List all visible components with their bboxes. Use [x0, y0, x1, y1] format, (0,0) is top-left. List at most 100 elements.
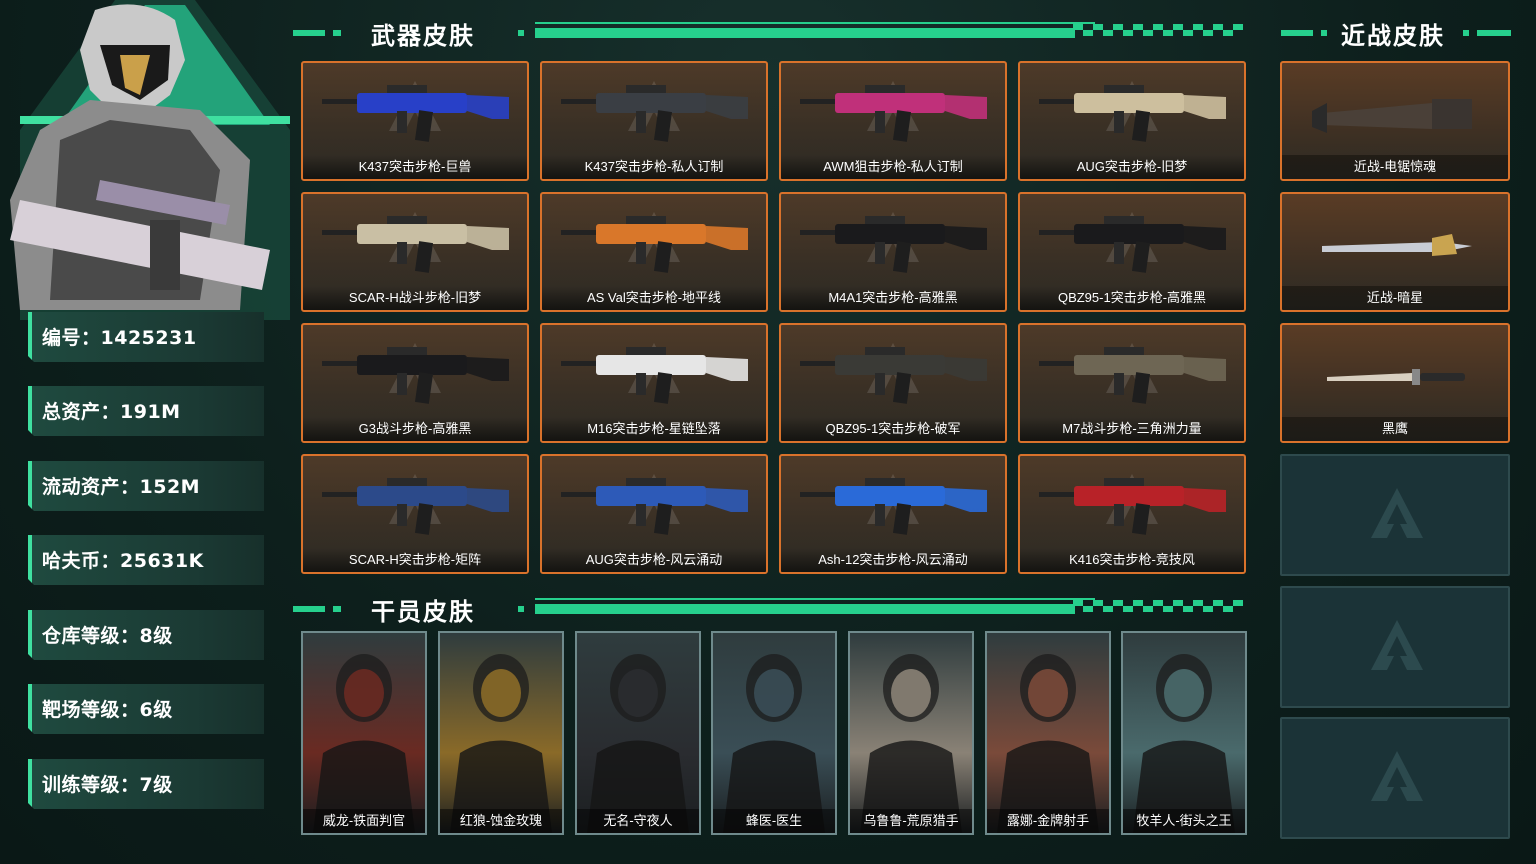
stat-player-id: 编号：1425231: [28, 312, 264, 362]
operator-skin-card[interactable]: 无名-守夜人: [575, 631, 701, 835]
stat-label: 流动资产：152M: [42, 476, 201, 498]
weapon-skin-name: AUG突击步枪-风云涌动: [542, 548, 766, 572]
weapon-skin-card[interactable]: SCAR-H突击步枪-矩阵: [301, 454, 529, 574]
operator-skin-card[interactable]: 牧羊人-街头之王: [1121, 631, 1247, 835]
weapon-skin-card[interactable]: M4A1突击步枪-高雅黑: [779, 192, 1007, 312]
checker-pattern: [1073, 600, 1243, 612]
operator-skin-card[interactable]: 蜂医-医生: [711, 631, 837, 835]
weapon-skin-name: AS Val突击步枪-地平线: [542, 286, 766, 310]
operator-skin-name: 威龙-铁面判官: [303, 809, 425, 833]
weapon-skin-name: Ash-12突击步枪-风云涌动: [781, 548, 1005, 572]
header-accent: [1281, 30, 1313, 36]
weapon-skin-name: QBZ95-1突击步枪-破军: [781, 417, 1005, 441]
empty-melee-slot[interactable]: [1280, 454, 1510, 576]
operators-section-header: 干员皮肤: [293, 590, 1248, 626]
stat-label: 编号：1425231: [42, 327, 197, 349]
melee-skin-name: 近战-电锯惊魂: [1282, 155, 1508, 179]
header-accent: [1321, 30, 1327, 36]
weapon-image: [561, 347, 748, 404]
weapon-skin-card[interactable]: M16突击步枪-星链坠落: [540, 323, 768, 443]
weapon-image: [561, 85, 748, 142]
weapon-image: [1039, 85, 1226, 142]
weapon-skin-name: M4A1突击步枪-高雅黑: [781, 286, 1005, 310]
weapon-image: [1039, 347, 1226, 404]
operator-portrait: [450, 654, 552, 833]
weapon-image: [322, 478, 509, 535]
empty-melee-slot[interactable]: [1280, 586, 1510, 708]
header-bar: [535, 604, 1075, 614]
header-accent: [333, 30, 341, 36]
stat-label: 总资产：191M: [42, 401, 181, 423]
operator-skin-name: 无名-守夜人: [577, 809, 699, 833]
header-accent: [293, 30, 325, 36]
melee-skin-card[interactable]: 黑鹰: [1280, 323, 1510, 443]
operator-skin-card[interactable]: 红狼-蚀金玫瑰: [438, 631, 564, 835]
operator-skin-name: 蜂医-医生: [713, 809, 835, 833]
stat-label: 靶场等级：6级: [42, 699, 173, 721]
weapon-image: [561, 216, 748, 273]
weapon-image: [1039, 478, 1226, 535]
stat-label: 仓库等级：8级: [42, 625, 173, 647]
operator-portrait: [313, 654, 415, 833]
operators-section-title: 干员皮肤: [371, 598, 475, 626]
weapon-skin-card[interactable]: K437突击步枪-私人订制: [540, 61, 768, 181]
melee-skin-card[interactable]: 近战-暗星: [1280, 192, 1510, 312]
weapon-skin-card[interactable]: K437突击步枪-巨兽: [301, 61, 529, 181]
weapon-image: [1039, 216, 1226, 273]
melee-skin-name: 近战-暗星: [1282, 286, 1508, 310]
melee-skin-card[interactable]: 近战-电锯惊魂: [1280, 61, 1510, 181]
weapon-skin-name: M7战斗步枪-三角洲力量: [1020, 417, 1244, 441]
weapon-skin-card[interactable]: AUG突击步枪-旧梦: [1018, 61, 1246, 181]
weapon-skin-card[interactable]: AUG突击步枪-风云涌动: [540, 454, 768, 574]
weapon-skin-name: K437突击步枪-巨兽: [303, 155, 527, 179]
weapon-skin-card[interactable]: AS Val突击步枪-地平线: [540, 192, 768, 312]
weapon-skin-card[interactable]: G3战斗步枪-高雅黑: [301, 323, 529, 443]
operator-portrait: [1133, 654, 1235, 833]
header-accent: [293, 606, 325, 612]
header-bar: [535, 28, 1075, 38]
stat-label: 哈夫币：25631K: [42, 550, 204, 572]
melee-skin-name: 黑鹰: [1282, 417, 1508, 441]
weapon-skin-card[interactable]: AWM狙击步枪-私人订制: [779, 61, 1007, 181]
operator-skin-card[interactable]: 乌鲁鲁-荒原猎手: [848, 631, 974, 835]
stat-currency: 哈夫币：25631K: [28, 535, 264, 585]
melee-weapon-image: [1327, 369, 1465, 385]
weapon-skin-name: M16突击步枪-星链坠落: [542, 417, 766, 441]
operator-portrait: [587, 654, 689, 833]
weapon-skin-name: AWM狙击步枪-私人订制: [781, 155, 1005, 179]
weapon-image: [800, 347, 987, 404]
stat-liquid-assets: 流动资产：152M: [28, 461, 264, 511]
operator-portrait: [723, 654, 825, 833]
weapon-skin-name: SCAR-H战斗步枪-旧梦: [303, 286, 527, 310]
delta-logo-icon: [1371, 751, 1423, 801]
weapon-skin-name: QBZ95-1突击步枪-高雅黑: [1020, 286, 1244, 310]
stat-range-level: 靶场等级：6级: [28, 684, 264, 734]
weapon-skin-name: K437突击步枪-私人订制: [542, 155, 766, 179]
weapon-skin-card[interactable]: K416突击步枪-竞技风: [1018, 454, 1246, 574]
header-line: [535, 598, 1095, 600]
stat-total-assets: 总资产：191M: [28, 386, 264, 436]
weapon-skin-card[interactable]: SCAR-H战斗步枪-旧梦: [301, 192, 529, 312]
operator-skin-name: 红狼-蚀金玫瑰: [440, 809, 562, 833]
operator-portrait: [997, 654, 1099, 833]
header-accent: [1463, 30, 1469, 36]
header-accent: [518, 30, 524, 36]
operator-skin-name: 牧羊人-街头之王: [1123, 809, 1245, 833]
header-line: [535, 22, 1095, 24]
weapon-image: [800, 85, 987, 142]
weapon-skin-name: SCAR-H突击步枪-矩阵: [303, 548, 527, 572]
melee-weapon-image: [1322, 234, 1472, 256]
operator-skin-card[interactable]: 露娜-金牌射手: [985, 631, 1111, 835]
weapon-skin-card[interactable]: Ash-12突击步枪-风云涌动: [779, 454, 1007, 574]
weapon-skin-card[interactable]: M7战斗步枪-三角洲力量: [1018, 323, 1246, 443]
melee-weapon-image: [1312, 99, 1472, 133]
weapon-image: [322, 85, 509, 142]
stat-label: 训练等级：7级: [42, 774, 173, 796]
operator-skin-card[interactable]: 威龙-铁面判官: [301, 631, 427, 835]
stat-warehouse-level: 仓库等级：8级: [28, 610, 264, 660]
empty-melee-slot[interactable]: [1280, 717, 1510, 839]
melee-section-title: 近战皮肤: [1341, 22, 1445, 50]
weapon-skin-card[interactable]: QBZ95-1突击步枪-高雅黑: [1018, 192, 1246, 312]
weapon-skin-card[interactable]: QBZ95-1突击步枪-破军: [779, 323, 1007, 443]
checker-pattern: [1073, 24, 1243, 36]
